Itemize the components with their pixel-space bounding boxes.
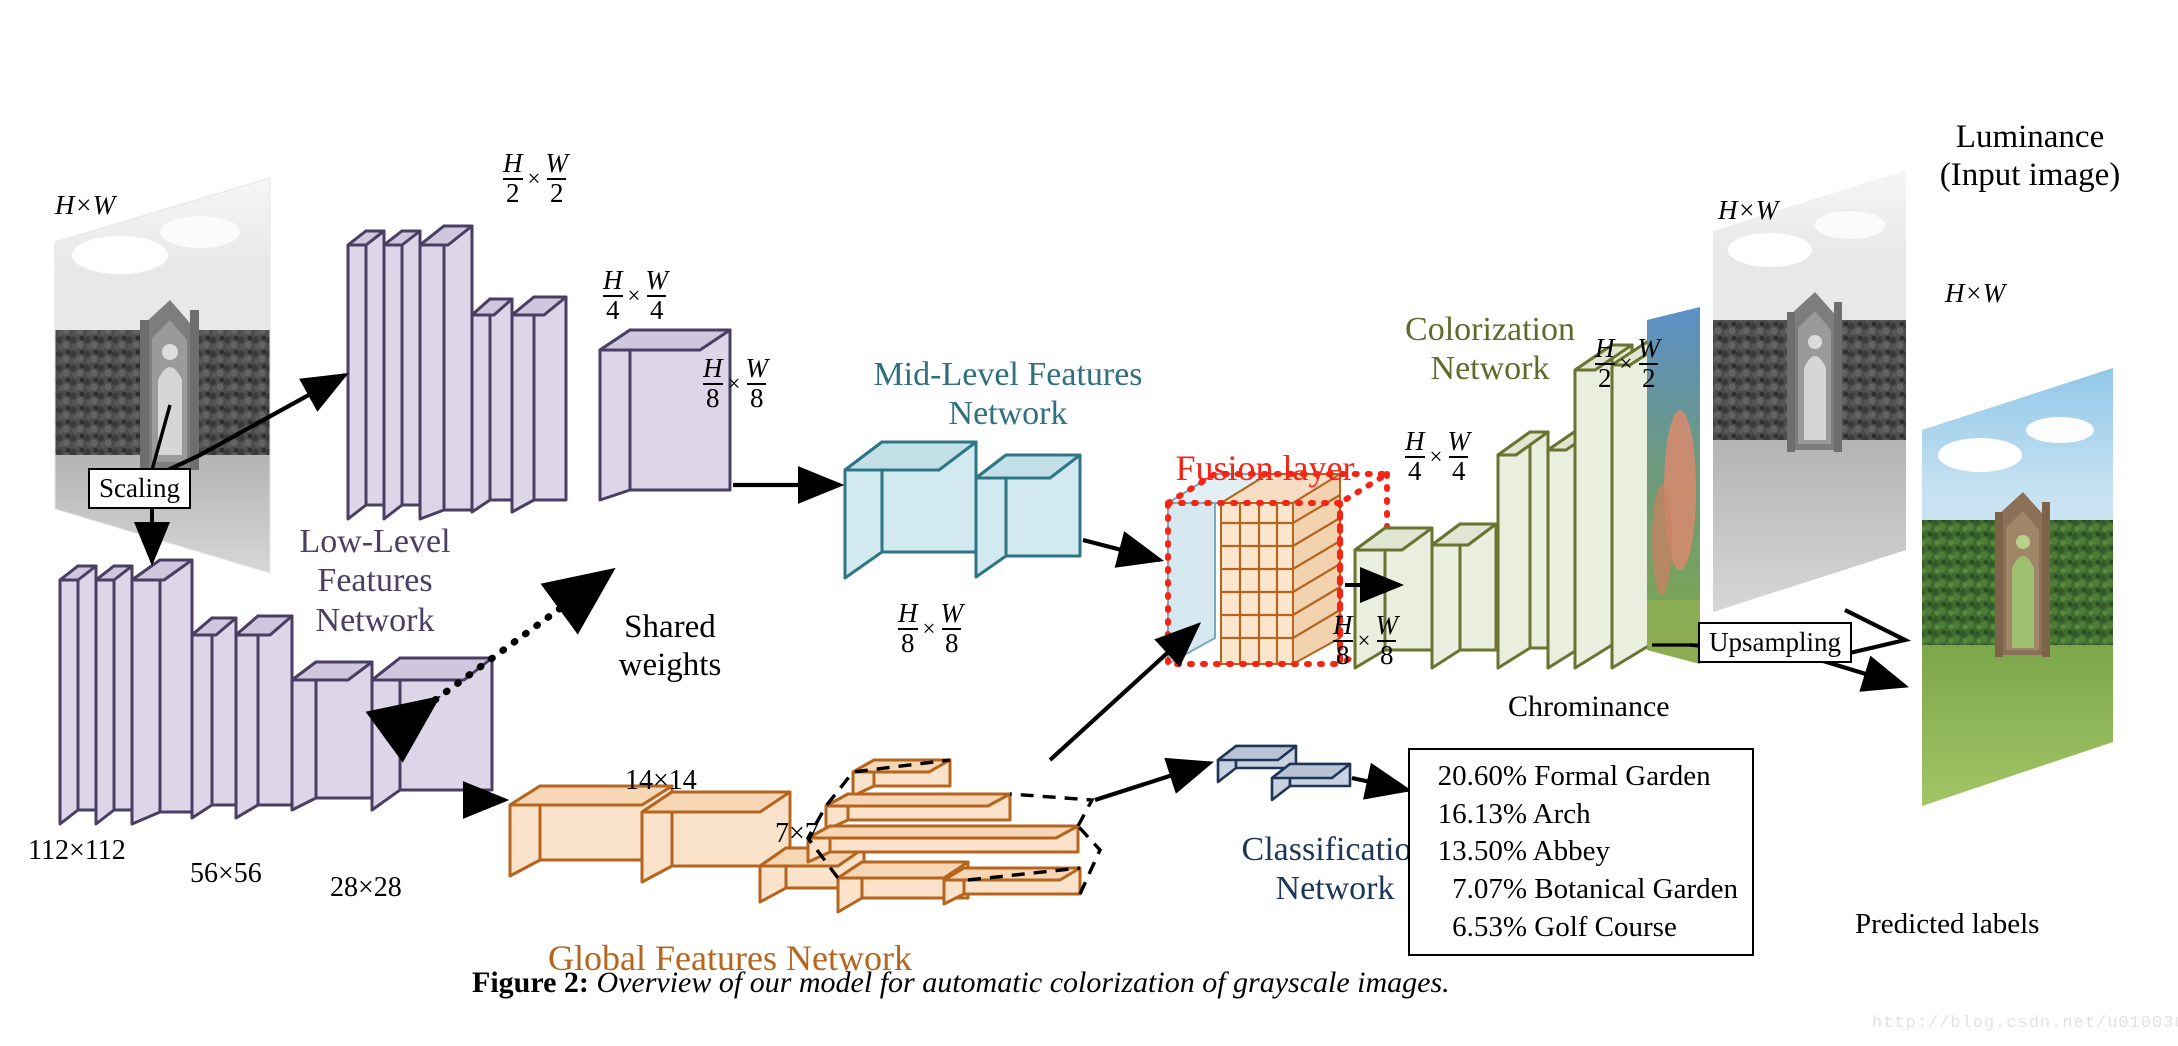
- dim-h4w4-low: H4 × W4: [603, 265, 668, 325]
- prediction-pct-3: 13.50%: [1437, 835, 1527, 868]
- prediction-pct-4: 7.07%: [1452, 873, 1527, 906]
- predicted-labels-box: 20.60% Formal Garden 16.13% Arch 13.50% …: [1408, 748, 1754, 957]
- prediction-row-1: 20.60% Formal Garden: [1422, 758, 1738, 796]
- dim-28: 28×28: [330, 872, 402, 903]
- dim-7: 7×7: [775, 818, 819, 849]
- dim-112: 112×112: [28, 835, 126, 866]
- low-level-network-label: Low-Level Features Network: [250, 522, 500, 640]
- figure-caption-label: Figure 2:: [472, 966, 589, 999]
- prediction-pct-5: 6.53%: [1452, 910, 1527, 943]
- figure-caption-text: Overview of our model for automatic colo…: [596, 966, 1450, 999]
- prediction-label-3: Abbey: [1532, 835, 1610, 868]
- prediction-pct-1: 20.60%: [1437, 760, 1527, 792]
- mid-level-network-blocks: [843, 440, 1082, 580]
- watermark: http://blog.csdn.net/u010030977: [1872, 1014, 2178, 1033]
- low-level-line-2: Features: [317, 562, 433, 600]
- figure-caption: Figure 2: Overview of our model for auto…: [472, 966, 1450, 1000]
- upsampling-box[interactable]: Upsampling: [1698, 622, 1852, 663]
- chrominance-label: Chrominance: [1508, 690, 1670, 723]
- luminance-label: Luminance (Input image): [1880, 118, 2178, 195]
- prediction-label-1: Formal Garden: [1534, 760, 1711, 792]
- luminance-line-2: (Input image): [1939, 157, 2121, 194]
- luminance-line-1: Luminance: [1955, 119, 2105, 155]
- dim-h8w8-low: H8 × W8: [703, 353, 768, 413]
- global-fan-dashed-lines: [805, 758, 1103, 895]
- grayscale-input-image: [54, 177, 271, 574]
- prediction-label-2: Arch: [1532, 797, 1591, 830]
- shared-weights-line-2: weights: [618, 647, 722, 684]
- prediction-pct-2: 16.13%: [1437, 797, 1527, 830]
- colorized-output-image: [1922, 368, 2113, 806]
- shared-weights-line-1: Shared: [624, 609, 716, 645]
- fusion-layer-label: Fusion layer: [1175, 448, 1355, 488]
- low-level-line-3: Network: [315, 601, 435, 639]
- prediction-row-2: 16.13% Arch: [1422, 796, 1738, 834]
- predicted-labels-caption: Predicted labels: [1855, 908, 2040, 940]
- prediction-row-4: 7.07% Botanical Garden: [1422, 871, 1738, 909]
- luminance-output-image: [1713, 170, 1906, 612]
- low-level-line-1: Low-Level: [299, 523, 451, 560]
- mid-level-line-2: Network: [948, 395, 1068, 433]
- dim-14: 14×14: [625, 765, 697, 796]
- prediction-row-3: 13.50% Abbey: [1422, 833, 1738, 871]
- prediction-label-5: Golf Course: [1534, 910, 1677, 943]
- dim-h4w4-col: H4 × W4: [1405, 426, 1470, 486]
- scaling-box[interactable]: Scaling: [88, 468, 191, 509]
- luminance-dim-label: H×W: [1718, 195, 1779, 225]
- shared-weights-label: Shared weights: [570, 608, 770, 685]
- dim-h2w2-col: H2 × W2: [1595, 333, 1660, 393]
- grayscale-input-dim-label: H×W: [55, 190, 116, 220]
- prediction-row-5: 6.53% Golf Course: [1422, 909, 1738, 947]
- prediction-label-4: Botanical Garden: [1534, 873, 1738, 906]
- low-level-network-top-blocks: [346, 224, 732, 521]
- final-output-dim-label: H×W: [1945, 278, 2006, 308]
- dim-h8w8-mid: H8 × W8: [898, 598, 963, 658]
- dim-h2w2-low: H2 × W2: [503, 148, 568, 208]
- classification-network-blocks: [1216, 744, 1352, 802]
- mid-level-line-1: Mid-Level Features: [873, 356, 1143, 393]
- mid-level-network-label: Mid-Level Features Network: [838, 355, 1178, 434]
- dim-56: 56×56: [190, 858, 262, 889]
- dim-h8w8-col: H8 × W8: [1333, 610, 1398, 670]
